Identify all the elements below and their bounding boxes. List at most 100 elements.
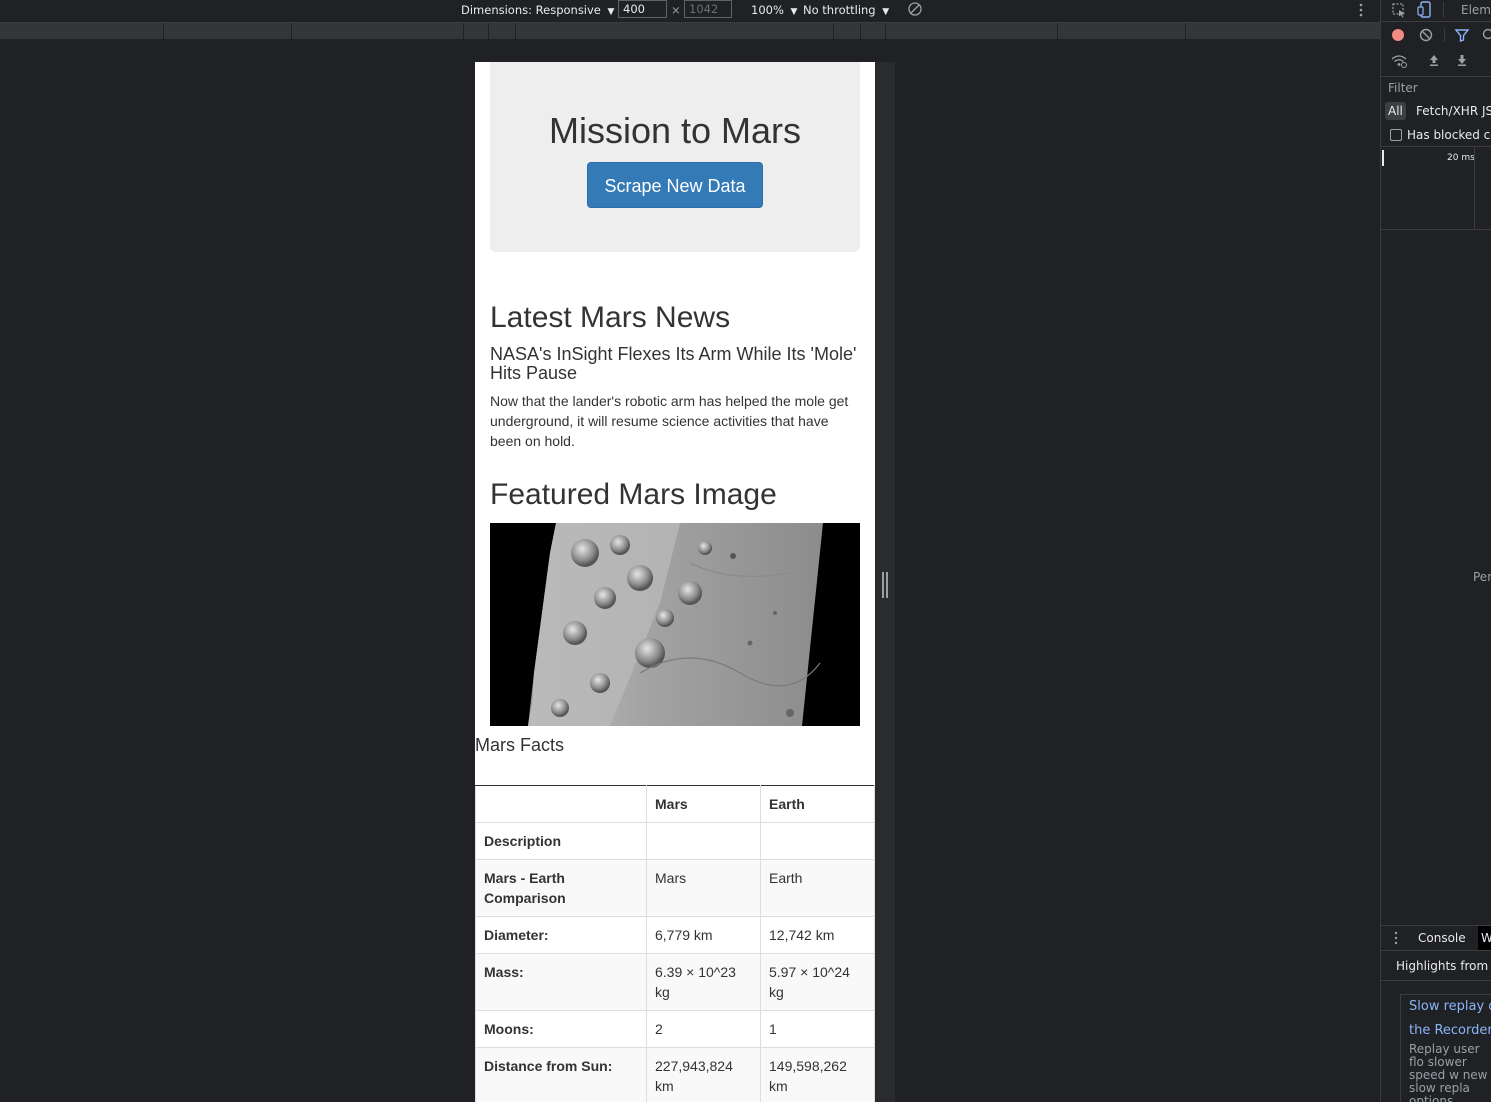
table-header-row: Mars Earth	[475, 785, 875, 823]
table-row-label: Moons:	[475, 1010, 647, 1048]
emulated-viewport[interactable]: Mission to Mars Scrape New Data Latest M…	[475, 62, 875, 1102]
table-row: Mass: 6.39 × 10^23 kg 5.97 × 10^24 kg	[475, 953, 875, 1011]
whats-new-link[interactable]: the Recorder	[1409, 1023, 1491, 1038]
news-body: Now that the lander's robotic arm has he…	[490, 393, 849, 449]
media-query-bar[interactable]	[0, 23, 1380, 39]
timeline-gridline	[1474, 147, 1475, 229]
drawer-tab-label: W	[1481, 931, 1491, 945]
media-query-segment[interactable]	[464, 23, 489, 39]
drawer-menu-icon[interactable]	[1393, 930, 1399, 946]
toolbar-divider	[1443, 2, 1444, 18]
table-cell: 1	[760, 1010, 875, 1048]
filter-input[interactable]: Filter	[1388, 81, 1418, 95]
divider	[1381, 950, 1491, 951]
toolbar-divider	[1444, 28, 1445, 42]
divider	[1381, 21, 1491, 22]
featured-image-heading: Featured Mars Image	[490, 478, 777, 511]
devtools-panel: Eleme Filter All Fetch/XHR JS Has blocke…	[1380, 0, 1491, 1102]
whats-new-link[interactable]: Slow replay o	[1409, 999, 1491, 1014]
table-cell: 6,779 km	[646, 916, 761, 954]
export-har-icon[interactable]	[1455, 53, 1469, 67]
media-query-segment[interactable]	[489, 23, 516, 39]
divider	[1381, 925, 1491, 926]
table-row: Distance from Sun: 227,943,824 km 149,59…	[475, 1047, 875, 1102]
table-row-label: Diameter:	[475, 916, 647, 954]
network-conditions-icon[interactable]	[1390, 52, 1408, 68]
jumbotron: Mission to Mars Scrape New Data	[490, 62, 860, 252]
table-header-cell: Mars	[646, 785, 761, 823]
table-cell: 5.97 × 10^24 kg	[760, 953, 875, 1011]
rotate-icon[interactable]	[907, 1, 923, 17]
table-row-label: Mars - Earth Comparison	[475, 859, 647, 917]
media-query-segment[interactable]	[516, 23, 834, 39]
table-cell: 227,943,824 km	[646, 1047, 761, 1102]
table-cell: 12,742 km	[760, 916, 875, 954]
more-options-icon[interactable]	[1356, 2, 1366, 18]
timeline-tick-label: 20 ms	[1447, 153, 1475, 163]
resize-handle[interactable]	[882, 572, 888, 598]
inspect-element-icon[interactable]	[1391, 2, 1407, 18]
mars-facts-table: Mars Earth Description Mars - Earth Comp…	[475, 785, 875, 1102]
throttling-value: No throttling	[803, 3, 876, 17]
drawer-tab-console[interactable]: Console	[1418, 931, 1466, 945]
has-blocked-checkbox[interactable]	[1390, 129, 1402, 141]
timeline-overview[interactable]: 20 ms	[1381, 147, 1491, 229]
media-query-segment[interactable]	[1186, 23, 1380, 39]
media-query-segment[interactable]	[834, 23, 861, 39]
media-query-segment[interactable]	[1058, 23, 1186, 39]
news-title: NASA's InSight Flexes Its Arm While Its …	[490, 344, 857, 383]
type-filter-fetch[interactable]: Fetch/XHR	[1416, 104, 1478, 118]
search-icon[interactable]	[1481, 27, 1491, 43]
table-row: Mars - Earth Comparison Mars Earth	[475, 859, 875, 917]
throttling-dropdown[interactable]: No throttling ▼	[803, 3, 889, 17]
divider	[1381, 229, 1491, 230]
table-cell: 149,598,262 km	[760, 1047, 875, 1102]
media-query-segment[interactable]	[886, 23, 1058, 39]
table-row-label: Description	[475, 822, 647, 860]
table-header-cell: Earth	[760, 785, 875, 823]
table-row-label: Mass:	[475, 953, 647, 1011]
type-filter-js[interactable]: JS	[1482, 104, 1491, 118]
filter-icon[interactable]	[1454, 27, 1470, 43]
record-icon[interactable]	[1390, 27, 1406, 43]
table-row: Description	[475, 822, 875, 860]
chevron-down-icon: ▼	[790, 7, 798, 17]
clear-icon[interactable]	[1418, 27, 1434, 43]
featured-mars-image	[490, 523, 860, 726]
import-har-icon[interactable]	[1427, 53, 1441, 67]
news-heading: Latest Mars News	[490, 301, 731, 334]
whats-new-card: Slow replay o the Recorder Replay user f…	[1400, 994, 1491, 1102]
mars-facts-label: Mars Facts	[475, 735, 565, 755]
table-cell: 2	[646, 1010, 761, 1048]
table-cell: 6.39 × 10^23 kg	[646, 953, 761, 1011]
table-header-cell	[475, 785, 647, 823]
has-blocked-label: Has blocked coo	[1407, 128, 1491, 142]
table-row-label: Distance from Sun:	[475, 1047, 647, 1102]
zoom-dropdown[interactable]: 100% ▼	[751, 3, 797, 17]
table-cell: Earth	[760, 859, 875, 917]
drawer-tab-whats-new[interactable]: W	[1478, 926, 1491, 950]
chevron-down-icon: ▼	[882, 7, 890, 17]
device-toolbar-icon[interactable]	[1417, 1, 1433, 19]
divider	[1381, 980, 1491, 981]
empty-state-text: Per	[1473, 570, 1491, 584]
tab-elements[interactable]: Eleme	[1461, 3, 1491, 17]
dimensions-dropdown[interactable]: Dimensions: Responsive ▼	[461, 3, 614, 17]
media-query-segment[interactable]	[164, 23, 292, 39]
times-sign: ×	[671, 3, 681, 17]
scrape-new-data-button[interactable]: Scrape New Data	[587, 162, 763, 208]
width-input[interactable]: 400	[618, 0, 667, 18]
height-input[interactable]: 1042	[684, 0, 732, 18]
media-query-segment[interactable]	[0, 23, 164, 39]
dimensions-label: Dimensions: Responsive	[461, 3, 601, 17]
page-title: Mission to Mars	[548, 110, 802, 151]
media-query-segment[interactable]	[292, 23, 464, 39]
table-cell: Mars	[646, 859, 761, 917]
chevron-down-icon: ▼	[607, 7, 615, 17]
whats-new-description: Replay user flo slower speed w new slow …	[1409, 1042, 1488, 1102]
divider	[1381, 76, 1491, 77]
type-filter-all[interactable]: All	[1385, 102, 1406, 120]
media-query-segment[interactable]	[861, 23, 886, 39]
highlights-heading: Highlights from th	[1396, 959, 1491, 973]
zoom-value: 100%	[751, 3, 784, 17]
